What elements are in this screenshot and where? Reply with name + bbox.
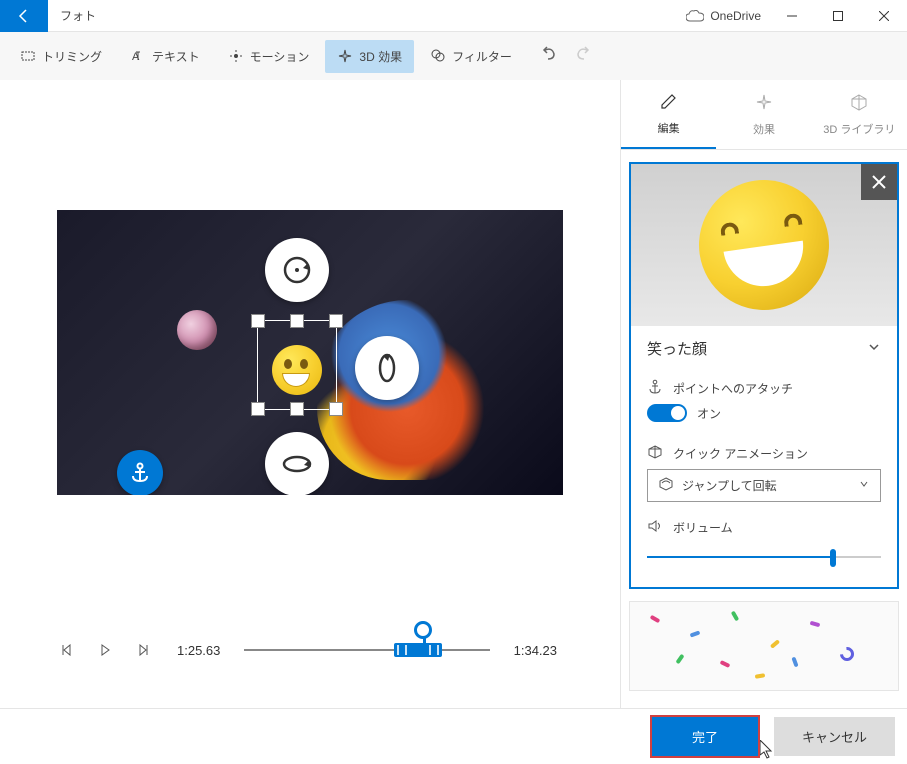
text-icon: A [130, 48, 146, 64]
sparkle-icon [754, 92, 774, 115]
cube-icon [849, 92, 869, 115]
current-time: 1:25.63 [177, 643, 220, 658]
playhead[interactable] [414, 621, 432, 639]
play-button[interactable] [95, 640, 115, 660]
svg-text:A: A [132, 51, 140, 63]
end-time: 1:34.23 [514, 643, 557, 658]
onedrive-status[interactable]: OneDrive [686, 9, 761, 23]
motion-tool[interactable]: モーション [216, 40, 322, 73]
animation-label: クイック アニメーション [673, 445, 808, 462]
resize-handle[interactable] [329, 314, 343, 328]
attach-label: ポイントへのアタッチ [673, 380, 793, 397]
sparkle-icon [337, 48, 353, 64]
resize-handle[interactable] [329, 402, 343, 416]
effect-range[interactable] [394, 643, 442, 657]
remove-effect-button[interactable] [861, 164, 897, 200]
cancel-button[interactable]: キャンセル [774, 717, 895, 756]
3d-emoji-object[interactable] [272, 345, 322, 395]
timeline-track[interactable] [244, 635, 489, 665]
rotate-x-handle[interactable] [265, 432, 329, 495]
tab-edit[interactable]: 編集 [621, 80, 716, 149]
text-tool[interactable]: A テキスト [118, 40, 212, 73]
trim-icon [20, 48, 36, 64]
effect-card: 笑った顔 ポイントへのアタッチ オン クイック [629, 162, 899, 589]
attach-state: オン [697, 405, 721, 422]
filter-tool[interactable]: フィルター [418, 40, 524, 73]
volume-icon [647, 518, 663, 537]
cube-icon [647, 444, 663, 463]
scene-object [177, 310, 217, 350]
effect-title-row[interactable]: 笑った顔 [631, 326, 897, 371]
rotate-y-handle[interactable] [355, 336, 419, 400]
effect-preview [631, 164, 897, 326]
3d-effects-tool[interactable]: 3D 効果 [325, 40, 414, 73]
resize-handle[interactable] [251, 314, 265, 328]
chevron-down-icon [867, 340, 881, 358]
volume-slider[interactable] [647, 545, 881, 569]
done-button[interactable]: 完了 [650, 715, 760, 758]
rotate-z-handle[interactable] [265, 238, 329, 302]
close-button[interactable] [861, 0, 907, 32]
motion-icon [228, 48, 244, 64]
attach-toggle[interactable] [647, 404, 687, 422]
resize-handle[interactable] [290, 314, 304, 328]
maximize-button[interactable] [815, 0, 861, 32]
resize-handle[interactable] [290, 402, 304, 416]
resize-handle[interactable] [251, 402, 265, 416]
back-button[interactable] [0, 0, 48, 32]
volume-label: ボリューム [673, 519, 733, 536]
undo-button[interactable] [540, 45, 558, 68]
animation-dropdown[interactable]: ジャンプして回転 [647, 469, 881, 502]
tab-effects[interactable]: 効果 [716, 80, 811, 149]
next-effect-preview[interactable] [629, 601, 899, 691]
chevron-down-icon [858, 478, 870, 493]
redo-button [574, 45, 592, 68]
selection-box[interactable] [257, 320, 337, 410]
jump-rotate-icon [658, 476, 674, 495]
effect-title: 笑った顔 [647, 338, 707, 359]
prev-frame-button[interactable] [57, 640, 77, 660]
filter-icon [430, 48, 446, 64]
minimize-button[interactable] [769, 0, 815, 32]
anchor-icon [647, 379, 663, 398]
app-title: フォト [60, 7, 96, 24]
cursor-icon [760, 740, 776, 760]
video-preview[interactable] [57, 210, 563, 495]
next-frame-button[interactable] [133, 640, 153, 660]
pencil-icon [659, 91, 679, 114]
anchor-button[interactable] [117, 450, 163, 495]
trim-tool[interactable]: トリミング [8, 40, 114, 73]
tab-3d-library[interactable]: 3D ライブラリ [812, 80, 907, 149]
